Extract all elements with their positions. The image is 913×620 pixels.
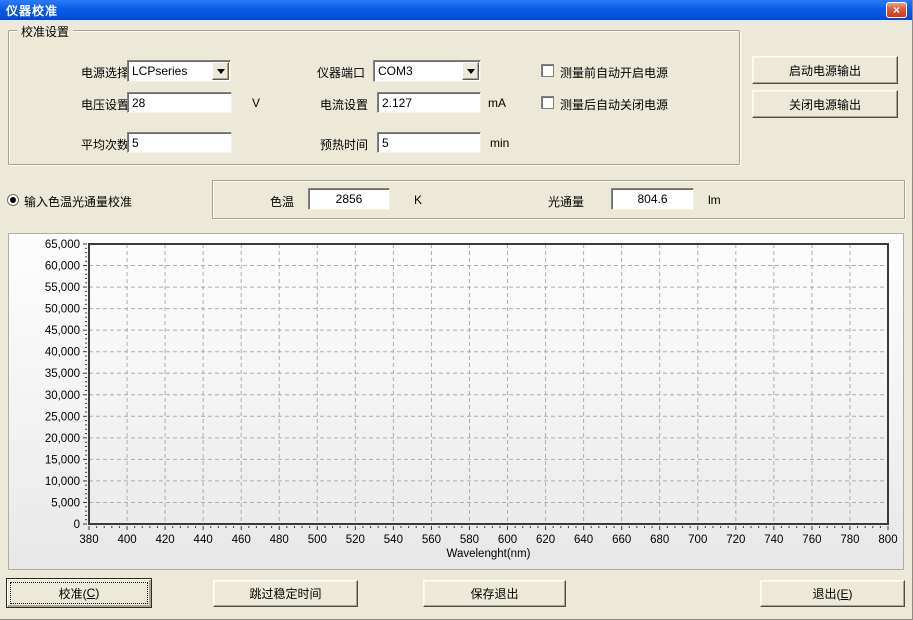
close-icon[interactable]: × (886, 2, 907, 18)
svg-text:35,000: 35,000 (45, 368, 80, 380)
power-select-dropdown-button[interactable] (212, 62, 229, 80)
calibrate-button-label: 校准( (59, 585, 87, 602)
flux-label: 光通量 (548, 193, 584, 210)
auto-power-off-checkbox[interactable] (541, 96, 554, 109)
voltage-field[interactable]: 28 (127, 92, 232, 113)
stop-power-output-button[interactable]: 关闭电源输出 (752, 90, 898, 118)
svg-text:25,000: 25,000 (45, 411, 80, 423)
svg-text:780: 780 (840, 534, 859, 546)
port-select-dropdown-button[interactable] (462, 62, 479, 80)
cct-flux-calibration-radio[interactable] (7, 194, 19, 206)
start-power-output-button[interactable]: 启动电源输出 (752, 56, 898, 84)
svg-text:700: 700 (688, 534, 707, 546)
svg-text:580: 580 (460, 534, 479, 546)
voltage-unit: V (252, 96, 260, 110)
svg-text:440: 440 (194, 534, 213, 546)
svg-text:40,000: 40,000 (45, 347, 80, 359)
calibrate-button-label-end: ) (95, 586, 99, 600)
current-label: 电流设置 (320, 96, 368, 113)
port-select-dropdown[interactable]: COM3 (373, 60, 481, 82)
save-exit-button[interactable]: 保存退出 (423, 580, 566, 607)
cct-unit: K (414, 193, 422, 207)
average-label: 平均次数 (81, 136, 129, 153)
svg-text:30,000: 30,000 (45, 390, 80, 402)
svg-text:640: 640 (574, 534, 593, 546)
svg-text:800: 800 (878, 534, 897, 546)
port-select-value: COM3 (378, 64, 413, 78)
calibration-dialog: 仪器校准 × 校准设置 电源选择 LCPseries 仪器端口 COM3 测量前… (0, 0, 913, 620)
title-bar: 仪器校准 (0, 0, 912, 20)
average-field[interactable]: 5 (127, 132, 232, 153)
svg-text:620: 620 (536, 534, 555, 546)
svg-text:520: 520 (346, 534, 365, 546)
svg-text:45,000: 45,000 (45, 325, 80, 337)
warmup-label: 预热时间 (320, 136, 368, 153)
svg-text:480: 480 (270, 534, 289, 546)
current-unit: mA (488, 96, 506, 110)
power-select-value: LCPseries (132, 64, 187, 78)
svg-text:760: 760 (802, 534, 821, 546)
svg-text:15,000: 15,000 (45, 454, 80, 466)
cct-field[interactable]: 2856 (308, 188, 390, 210)
svg-text:560: 560 (422, 534, 441, 546)
svg-text:65,000: 65,000 (45, 239, 80, 251)
spectrum-chart-panel: 380 400 420 440 460 480 500 520 540 560 580 600 620 6… (8, 233, 904, 570)
cct-flux-calibration-radio-label: 输入色温光通量校准 (24, 193, 132, 210)
exit-button-mnemonic: E (840, 587, 848, 601)
svg-text:5,000: 5,000 (51, 497, 80, 509)
window-title: 仪器校准 (0, 2, 58, 19)
svg-text:540: 540 (384, 534, 403, 546)
svg-text:680: 680 (650, 534, 669, 546)
svg-text:55,000: 55,000 (45, 282, 80, 294)
svg-text:10,000: 10,000 (45, 476, 80, 488)
calibrate-button-mnemonic: C (87, 586, 96, 600)
skip-stabilization-button[interactable]: 跳过稳定时间 (213, 580, 358, 607)
power-select-label: 电源选择 (81, 64, 129, 81)
exit-button-label: 退出( (812, 585, 840, 602)
chevron-down-icon (467, 69, 475, 78)
power-select-dropdown[interactable]: LCPseries (127, 60, 231, 82)
exit-button[interactable]: 退出(E) (760, 580, 905, 607)
svg-text:420: 420 (156, 534, 175, 546)
svg-text:740: 740 (764, 534, 783, 546)
auto-power-on-label: 测量前自动开启电源 (560, 64, 668, 81)
port-select-label: 仪器端口 (317, 64, 365, 81)
svg-text:600: 600 (498, 534, 517, 546)
calibrate-button[interactable]: 校准(C) (6, 578, 152, 608)
warmup-unit: min (490, 136, 509, 150)
svg-text:60,000: 60,000 (45, 261, 80, 273)
svg-text:20,000: 20,000 (45, 433, 80, 445)
svg-text:50,000: 50,000 (45, 304, 80, 316)
svg-text:660: 660 (612, 534, 631, 546)
voltage-label: 电压设置 (81, 96, 129, 113)
spectrum-chart: 380 400 420 440 460 480 500 520 540 560 580 600 620 6… (9, 234, 903, 569)
svg-text:720: 720 (726, 534, 745, 546)
auto-power-on-checkbox[interactable] (541, 64, 554, 77)
svg-text:0: 0 (74, 519, 80, 531)
svg-text:Wavelenght(nm): Wavelenght(nm) (447, 548, 531, 560)
svg-text:460: 460 (232, 534, 251, 546)
current-field[interactable]: 2.127 (377, 92, 481, 113)
settings-group-title: 校准设置 (17, 23, 73, 40)
cct-label: 色温 (270, 193, 294, 210)
svg-text:380: 380 (79, 534, 98, 546)
auto-power-off-label: 测量后自动关闭电源 (560, 96, 668, 113)
chevron-down-icon (217, 69, 225, 78)
svg-text:400: 400 (117, 534, 136, 546)
svg-text:500: 500 (308, 534, 327, 546)
flux-field[interactable]: 804.6 (611, 188, 694, 210)
exit-button-label-end: ) (849, 587, 853, 601)
flux-unit: lm (708, 193, 721, 207)
warmup-field[interactable]: 5 (377, 132, 481, 153)
